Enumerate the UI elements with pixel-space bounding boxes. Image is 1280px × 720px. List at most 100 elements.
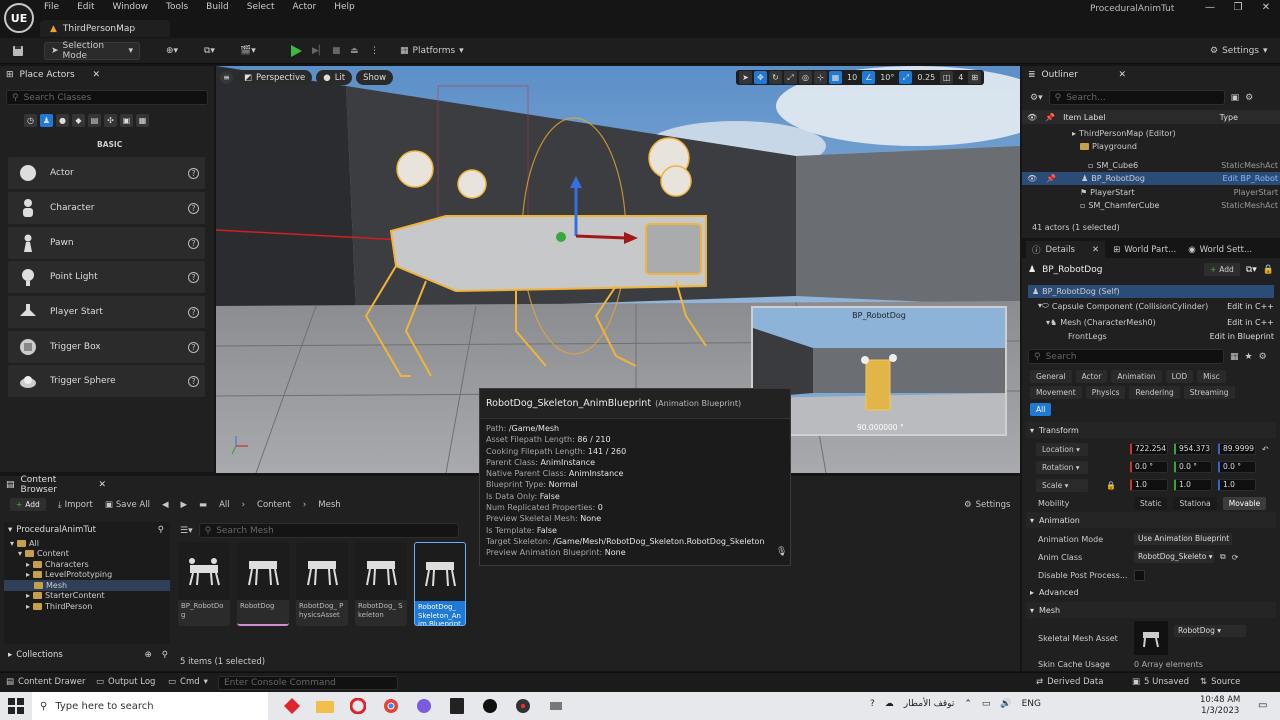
search-icon[interactable]: ⚲ <box>158 525 164 535</box>
filter-general[interactable]: General <box>1030 370 1072 383</box>
point-light-item[interactable]: Point Light ? <box>8 261 205 293</box>
shapes-category-icon[interactable]: ◆ <box>72 114 85 127</box>
forward-icon[interactable]: ▶ <box>181 500 188 510</box>
filter-all[interactable]: All <box>1030 403 1052 416</box>
content-drawer-button[interactable]: ▤ Content Drawer <box>6 677 85 687</box>
component-row[interactable]: FrontLegs Edit in Blueprint <box>1028 330 1274 341</box>
rotation-y-field[interactable]: 0.0 ° <box>1174 461 1212 473</box>
scale-y-field[interactable]: 1.0 <box>1173 479 1212 491</box>
asset-tile[interactable]: RobotDog <box>237 542 289 626</box>
transform-section[interactable]: ▾ Transform <box>1026 422 1276 438</box>
menu-edit[interactable]: Edit <box>77 2 94 12</box>
unreal-logo[interactable]: UE <box>4 3 34 33</box>
search-icon[interactable]: ⚲ <box>162 650 168 660</box>
eject-icon[interactable]: ⏏ <box>344 42 365 60</box>
tree-item-levelprototyping[interactable]: ▸ LevelPrototyping <box>4 570 170 581</box>
details-search-input[interactable]: ⚲ Search <box>1028 349 1224 364</box>
tree-item-startercontent[interactable]: ▸ StarterContent <box>4 591 170 602</box>
save-icon[interactable] <box>6 42 30 60</box>
menu-build[interactable]: Build <box>206 2 229 12</box>
mobility-movable[interactable]: Movable <box>1222 496 1267 510</box>
rotation-x-field[interactable]: 0.0 ° <box>1130 461 1168 473</box>
lit-button[interactable]: ● Lit <box>316 70 353 85</box>
import-button[interactable]: ⤓ Import <box>58 500 93 510</box>
trigger-box-item[interactable]: Trigger Box ? <box>8 331 205 363</box>
search-classes-input[interactable]: ⚲ Search Classes <box>6 90 208 105</box>
close-tab-icon[interactable]: ✕ <box>92 70 100 80</box>
help-icon[interactable]: ? <box>870 699 875 709</box>
location-x-field[interactable]: 722.254 <box>1130 443 1168 455</box>
reset-icon[interactable]: ↶ <box>1262 445 1269 454</box>
help-icon[interactable]: ? <box>188 202 199 214</box>
app-icon-grey[interactable] <box>544 694 568 718</box>
location-y-field[interactable]: 954.373 <box>1174 443 1212 455</box>
file-explorer-icon[interactable] <box>313 694 337 718</box>
outliner-row[interactable]: Playground <box>1080 141 1137 152</box>
unreal-engine-icon[interactable] <box>478 694 502 718</box>
filter-rendering[interactable]: Rendering <box>1129 386 1180 399</box>
outliner-row-type[interactable]: Edit BP_Robot <box>1222 174 1278 183</box>
disable-post-checkbox[interactable] <box>1134 569 1145 581</box>
add-folder-icon[interactable]: ▣ <box>1231 93 1240 103</box>
actor-item[interactable]: Actor ? <box>8 157 205 189</box>
app-icon-red[interactable] <box>280 694 304 718</box>
search-mesh-input[interactable]: ⚲ Search Mesh <box>198 523 459 538</box>
content-browser-tab[interactable]: ▤ Content Browser ✕ <box>0 475 112 495</box>
mobility-stationary[interactable]: Stationa <box>1173 496 1217 510</box>
translate-tool-icon[interactable]: ✥ <box>754 71 767 84</box>
lock-icon[interactable]: 🔒 <box>1263 265 1274 275</box>
details-tab[interactable]: ⓘ Details ✕ <box>1026 241 1106 258</box>
light-category-icon[interactable]: ● <box>56 114 69 127</box>
scale-x-field[interactable]: 1.0 <box>1129 479 1168 491</box>
tree-item-mesh-selected[interactable]: Mesh <box>4 580 170 591</box>
grid-view-icon[interactable]: ▦ <box>1230 352 1239 362</box>
filter-actor[interactable]: Actor <box>1075 370 1108 383</box>
player-start-item[interactable]: Player Start ? <box>8 296 205 328</box>
filter-streaming[interactable]: Streaming <box>1183 386 1235 399</box>
outliner-row[interactable]: ▫ SM_ChamferCube StaticMeshAct <box>1080 200 1278 211</box>
filter-lod[interactable]: LOD <box>1165 370 1194 383</box>
world-partition-tab[interactable]: ⊞ World Part... <box>1113 245 1176 255</box>
add-collection-icon[interactable]: ⊕ <box>145 650 152 660</box>
surface-snap-icon[interactable]: ⊹ <box>814 71 827 84</box>
filter-icon[interactable]: ☰▾ <box>180 526 193 536</box>
visual-effects-icon[interactable]: ✣ <box>104 114 117 127</box>
recent-icon[interactable]: ◷ <box>24 114 37 127</box>
rotate-tool-icon[interactable]: ↻ <box>769 71 782 84</box>
cmd-dropdown[interactable]: ▭ Cmd ▾ <box>168 677 208 687</box>
viewport-menu-icon[interactable]: ≡ <box>220 71 233 84</box>
help-icon[interactable]: ? <box>188 375 199 387</box>
world-space-icon[interactable]: ◎ <box>799 71 812 84</box>
help-icon[interactable]: ? <box>188 306 199 318</box>
sources-header[interactable]: ▾ ProceduralAnimTut ⚲ <box>4 522 170 538</box>
filter-movement[interactable]: Movement <box>1030 386 1082 399</box>
all-classes-icon[interactable]: ▦ <box>136 114 149 127</box>
network-icon[interactable]: ▭ <box>982 699 991 709</box>
taskbar-search[interactable]: ⚲ Type here to search <box>32 692 268 720</box>
maximize-viewport-icon[interactable]: ⊞ <box>968 71 982 84</box>
derived-data-button[interactable]: ⇄ Derived Data <box>1036 677 1103 687</box>
animation-section[interactable]: ▾ Animation <box>1026 512 1276 528</box>
close-tab-icon[interactable]: ✕ <box>98 480 106 490</box>
outliner-row[interactable]: ▸ ThirdPersonMap (Editor) <box>1072 128 1176 139</box>
folder-icon[interactable]: ▬ <box>199 500 207 510</box>
epic-games-icon[interactable] <box>445 694 469 718</box>
filter-icon[interactable]: ⚙▾ <box>1030 93 1043 103</box>
outliner-search-input[interactable]: ⚲ Search... <box>1048 90 1225 105</box>
breadcrumb-all[interactable]: All <box>219 500 230 510</box>
edit-cpp-link[interactable]: Edit in C++ <box>1227 302 1274 311</box>
clock[interactable]: 10:48 AM 1/3/2023 <box>1200 695 1240 717</box>
tree-item-all[interactable]: ▾ All <box>4 538 170 549</box>
filter-misc[interactable]: Misc <box>1197 370 1226 383</box>
pin-icon[interactable]: 📌 <box>1046 174 1056 183</box>
cinematics-icon[interactable]: 🎬▾ <box>234 42 262 60</box>
basic-category-icon[interactable]: ♟ <box>40 114 53 127</box>
volumes-category-icon[interactable]: ▣ <box>120 114 133 127</box>
play-options-icon[interactable]: ⋮ <box>364 42 385 60</box>
favorite-star-icon[interactable]: ★ <box>1245 352 1253 362</box>
help-icon[interactable]: ? <box>188 167 199 179</box>
perspective-button[interactable]: ◩ Perspective <box>237 70 313 85</box>
scale-snap-icon[interactable]: ⤢ <box>899 71 913 84</box>
filter-animation[interactable]: Animation <box>1111 370 1162 383</box>
component-row[interactable]: ▾♞ Mesh (CharacterMesh0) Edit in C++ <box>1028 314 1274 330</box>
